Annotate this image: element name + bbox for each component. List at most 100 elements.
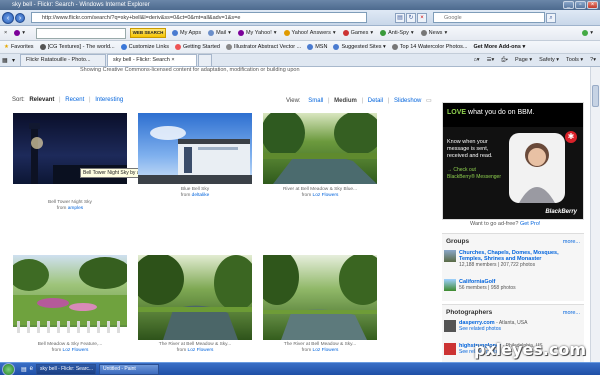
taskbar-item-ie[interactable]: sky bell - Flickr: Searc... bbox=[36, 363, 97, 375]
photo-author[interactable]: Loz Flowers bbox=[313, 348, 339, 353]
toolbar-item-anti-spy[interactable]: Anti-Spy ▾ bbox=[380, 30, 414, 36]
maximize-button[interactable]: ▫ bbox=[575, 1, 586, 9]
group-meta: 12,188 members | 207,722 photos bbox=[459, 262, 536, 268]
view-detail[interactable]: Detail bbox=[368, 98, 383, 104]
yahoo-logo-icon[interactable]: ▾ bbox=[14, 30, 25, 36]
photo-caption: The River at Bell Meadow & Sky... from L… bbox=[138, 342, 252, 354]
compat-view-icon[interactable]: ▤ bbox=[395, 12, 405, 23]
photo-thumb[interactable] bbox=[138, 113, 252, 184]
search-input[interactable]: Google bbox=[433, 12, 545, 23]
get-pro-link[interactable]: Get Pro! bbox=[520, 221, 540, 227]
close-toolbar-icon[interactable]: × bbox=[4, 30, 7, 36]
photo-author[interactable]: Loz Flowers bbox=[313, 193, 339, 198]
forward-button[interactable]: › bbox=[15, 12, 25, 23]
photo-thumb[interactable] bbox=[13, 255, 127, 340]
fav-item-getting-started[interactable]: Getting Started bbox=[174, 44, 220, 50]
feeds-icon[interactable]: ☰▾ bbox=[487, 57, 495, 63]
photographers-more-link[interactable]: more... bbox=[563, 310, 580, 316]
tab-bar: ▦ ▾ Flickr Ratatouille - Photo... sky be… bbox=[0, 54, 600, 67]
photo-thumb[interactable] bbox=[138, 255, 252, 340]
window-title: sky bell - Flickr: Search - Windows Inte… bbox=[12, 2, 150, 8]
search-icon[interactable]: ⌕ bbox=[546, 12, 556, 23]
group-name[interactable]: Churches, Chapels, Domes, Mosques, Templ… bbox=[459, 250, 559, 262]
toolbar-item-answers[interactable]: Yahoo! Answers ▾ bbox=[283, 30, 336, 36]
photo-author[interactable]: deltalike bbox=[192, 193, 210, 198]
toolbar-item-news[interactable]: News ▾ bbox=[420, 30, 447, 36]
fav-item-cgtextures[interactable]: [CG Textures] - The world... bbox=[39, 44, 115, 50]
group-item[interactable]: CaliforniaGolf 56 members | 958 photos bbox=[444, 279, 584, 291]
quick-tabs-icon[interactable]: ▦ bbox=[2, 57, 12, 64]
photo-author[interactable]: Loz Flowers bbox=[188, 348, 214, 353]
photo-author[interactable]: amples bbox=[68, 206, 83, 211]
slideshow-icon[interactable]: ▭ bbox=[426, 98, 432, 104]
page-menu[interactable]: Page ▾ bbox=[515, 57, 532, 63]
fav-item-addons[interactable]: Get More Add-ons ▾ bbox=[473, 44, 525, 50]
related-photos-link[interactable]: See related photos bbox=[459, 326, 501, 332]
help-menu[interactable]: ?▾ bbox=[590, 57, 596, 63]
web-search-button[interactable]: WEB SEARCH bbox=[129, 28, 166, 38]
toolbar-item-my-yahoo[interactable]: My Yahoo! ▾ bbox=[237, 30, 277, 36]
cc-notice: Showing Creative Commons-licensed conten… bbox=[80, 67, 300, 73]
ad-free-question: Want to go ad-free? bbox=[470, 221, 519, 227]
groups-more-link[interactable]: more... bbox=[563, 239, 580, 245]
home-icon[interactable]: ⌂▾ bbox=[473, 57, 479, 63]
group-item[interactable]: Churches, Chapels, Domes, Mosques, Templ… bbox=[444, 250, 584, 268]
fav-item-suggested-sites[interactable]: Suggested Sites ▾ bbox=[333, 44, 386, 50]
photo-thumb[interactable] bbox=[263, 255, 377, 340]
group-thumb[interactable] bbox=[444, 279, 456, 291]
minimize-button[interactable]: _ bbox=[563, 1, 574, 9]
favorites-button[interactable]: ★ Favorites bbox=[4, 44, 34, 50]
photographer-avatar[interactable] bbox=[444, 343, 456, 355]
view-label: View: bbox=[286, 98, 301, 104]
toolbar-item-my-apps[interactable]: My Apps bbox=[171, 30, 201, 36]
tab-flickr-ratatouille[interactable]: Flickr Ratatouille - Photo... bbox=[20, 54, 106, 66]
print-icon[interactable]: ⎙▾ bbox=[501, 57, 508, 64]
photo-thumb[interactable] bbox=[263, 113, 377, 184]
toolbar-search-input[interactable] bbox=[35, 27, 126, 39]
url-input[interactable]: http://www.flickr.com/search/?q=sky+bell… bbox=[31, 12, 367, 23]
toolbar-item-mail[interactable]: Mail ▾ bbox=[208, 30, 231, 36]
taskbar-item-paint[interactable]: Untitled - Paint bbox=[99, 363, 160, 375]
yahoo-toolbar: × ▾ WEB SEARCH My Apps Mail ▾ My Yahoo! ▾ … bbox=[0, 26, 600, 41]
sort-interesting[interactable]: Interesting bbox=[95, 97, 123, 103]
fav-item-illustrator[interactable]: Illustrator Abstract Vector ... bbox=[225, 44, 301, 50]
view-medium[interactable]: Medium bbox=[334, 98, 357, 104]
tools-menu[interactable]: Tools ▾ bbox=[566, 57, 583, 63]
page-content: Showing Creative Commons-licensed conten… bbox=[0, 67, 590, 362]
taskbar: ▤ e sky bell - Flickr: Searc... Untitled… bbox=[0, 362, 600, 375]
address-bar: ‹ › http://www.flickr.com/search/?q=sky+… bbox=[0, 10, 600, 26]
toolbar-item-games[interactable]: Games ▾ bbox=[342, 30, 373, 36]
back-button[interactable]: ‹ bbox=[2, 11, 14, 24]
photographer-item[interactable]: dasperry.com - Atlanta, USA See related p… bbox=[444, 320, 584, 332]
sort-relevant[interactable]: Relevant bbox=[29, 97, 54, 103]
photo-author[interactable]: Loz Flowers bbox=[63, 348, 89, 353]
photographer-avatar[interactable] bbox=[444, 320, 456, 332]
ie-quick-launch-icon[interactable]: e bbox=[30, 366, 33, 372]
view-slideshow[interactable]: Slideshow bbox=[394, 98, 421, 104]
photo-caption: River at Bell Meadow & Sky Blue... from … bbox=[263, 187, 377, 199]
photo-caption: Bell Meadow & Sky Feature,... from Loz F… bbox=[13, 342, 127, 354]
ad-cta[interactable]: → Check out BlackBerry® Messenger bbox=[447, 167, 501, 180]
blackberry-ad[interactable]: LOVE what you do on BBM. Know when your … bbox=[442, 102, 584, 220]
photo-caption: Blue Bell Sky from deltalike bbox=[138, 187, 252, 199]
safety-menu[interactable]: Safety ▾ bbox=[539, 57, 559, 63]
tab-sky-bell[interactable]: sky bell - Flickr: Search × bbox=[107, 54, 197, 66]
scrollbar-thumb[interactable] bbox=[592, 85, 599, 107]
ad-close-icon[interactable]: ✱ bbox=[565, 131, 577, 143]
fav-item-customize-links[interactable]: Customize Links bbox=[120, 44, 169, 50]
start-button[interactable] bbox=[2, 362, 15, 375]
group-thumb[interactable] bbox=[444, 250, 456, 262]
sort-recent[interactable]: Recent bbox=[65, 97, 84, 103]
tab-list-icon[interactable]: ▾ bbox=[12, 57, 20, 64]
new-tab-button[interactable] bbox=[198, 54, 212, 66]
vertical-scrollbar[interactable] bbox=[590, 67, 600, 362]
refresh-icon[interactable]: ↻ bbox=[406, 12, 416, 23]
close-button[interactable]: × bbox=[587, 1, 598, 9]
fav-item-msn[interactable]: MSN bbox=[307, 44, 327, 50]
stop-icon[interactable]: × bbox=[417, 12, 427, 23]
view-small[interactable]: Small bbox=[308, 98, 323, 104]
fav-item-watercolor[interactable]: Top 14 Watercolor Photos... bbox=[391, 44, 467, 50]
group-meta: 56 members | 958 photos bbox=[459, 285, 516, 291]
toolbar-options-icon[interactable]: ▾ bbox=[582, 30, 593, 36]
quick-launch-icon[interactable]: ▤ bbox=[21, 366, 27, 373]
